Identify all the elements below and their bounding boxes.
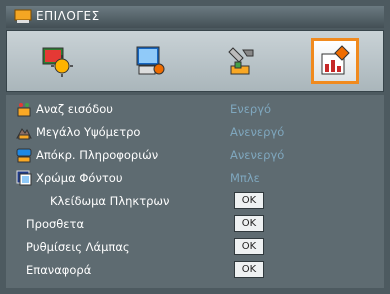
keypad-lock-label: Κλείδωμα Πληκτρων: [50, 194, 170, 208]
setup-settings-icon: [228, 47, 254, 75]
source-lock-icon: [17, 103, 31, 117]
source-lock-value[interactable]: Ενεργό: [230, 102, 271, 116]
tab-bar: [6, 30, 384, 92]
options-menu-window: ΕΠΙΛΟΓΕΣ Αναζ εισόδου Ενεργό Μεγάλο Υψόμ…: [0, 0, 390, 294]
options-settings-icon: [321, 45, 350, 75]
menu-item-info-hide[interactable]: Απόκρ. Πληροφοριών Ανενεργό: [6, 145, 384, 165]
info-hide-icon: [16, 148, 32, 163]
menu-item-advanced[interactable]: Προσθετα OK: [6, 214, 384, 234]
menu-item-lamp-settings[interactable]: Ρυθμίσεις Λάμπας OK: [6, 237, 384, 257]
high-altitude-value[interactable]: Ανενεργό: [230, 125, 284, 139]
window-title: ΕΠΙΛΟΓΕΣ: [36, 9, 100, 23]
keypad-lock-ok-button[interactable]: OK: [234, 192, 264, 209]
background-color-value[interactable]: Μπλε: [230, 171, 260, 185]
info-hide-label: Απόκρ. Πληροφοριών: [36, 148, 159, 162]
image-settings-icon: [42, 47, 73, 77]
high-altitude-icon: [16, 128, 32, 140]
options-list: Αναζ εισόδου Ενεργό Μεγάλο Υψόμετρο Ανεν…: [6, 95, 384, 288]
tab-options[interactable]: [311, 38, 359, 84]
menu-item-keypad-lock[interactable]: Κλείδωμα Πληκτρων OK: [6, 191, 384, 211]
menu-item-background-color[interactable]: Χρώμα Φόντου Μπλε: [6, 168, 384, 188]
tab-setup[interactable]: [218, 38, 266, 84]
advanced-label: Προσθετα: [26, 217, 85, 231]
title-bar: ΕΠΙΛΟΓΕΣ: [6, 6, 384, 28]
lamp-settings-label: Ρυθμίσεις Λάμπας: [26, 240, 130, 254]
info-hide-value[interactable]: Ανενεργό: [230, 148, 284, 162]
reset-ok-button[interactable]: OK: [234, 261, 264, 278]
tab-image[interactable]: [33, 38, 81, 84]
background-color-icon: [16, 170, 32, 186]
menu-item-source-lock[interactable]: Αναζ εισόδου Ενεργό: [6, 99, 384, 119]
lamp-settings-ok-button[interactable]: OK: [234, 238, 264, 255]
background-color-label: Χρώμα Φόντου: [36, 171, 123, 185]
high-altitude-label: Μεγάλο Υψόμετρο: [36, 125, 141, 139]
menu-item-reset[interactable]: Επαναφορά OK: [6, 260, 384, 280]
advanced-ok-button[interactable]: OK: [234, 215, 264, 232]
options-title-icon: [14, 9, 32, 23]
source-lock-label: Αναζ εισόδου: [36, 102, 113, 116]
display-settings-icon: [136, 46, 165, 75]
reset-label: Επαναφορά: [26, 263, 92, 277]
menu-item-high-altitude[interactable]: Μεγάλο Υψόμετρο Ανενεργό: [6, 122, 384, 142]
tab-display[interactable]: [126, 38, 174, 84]
